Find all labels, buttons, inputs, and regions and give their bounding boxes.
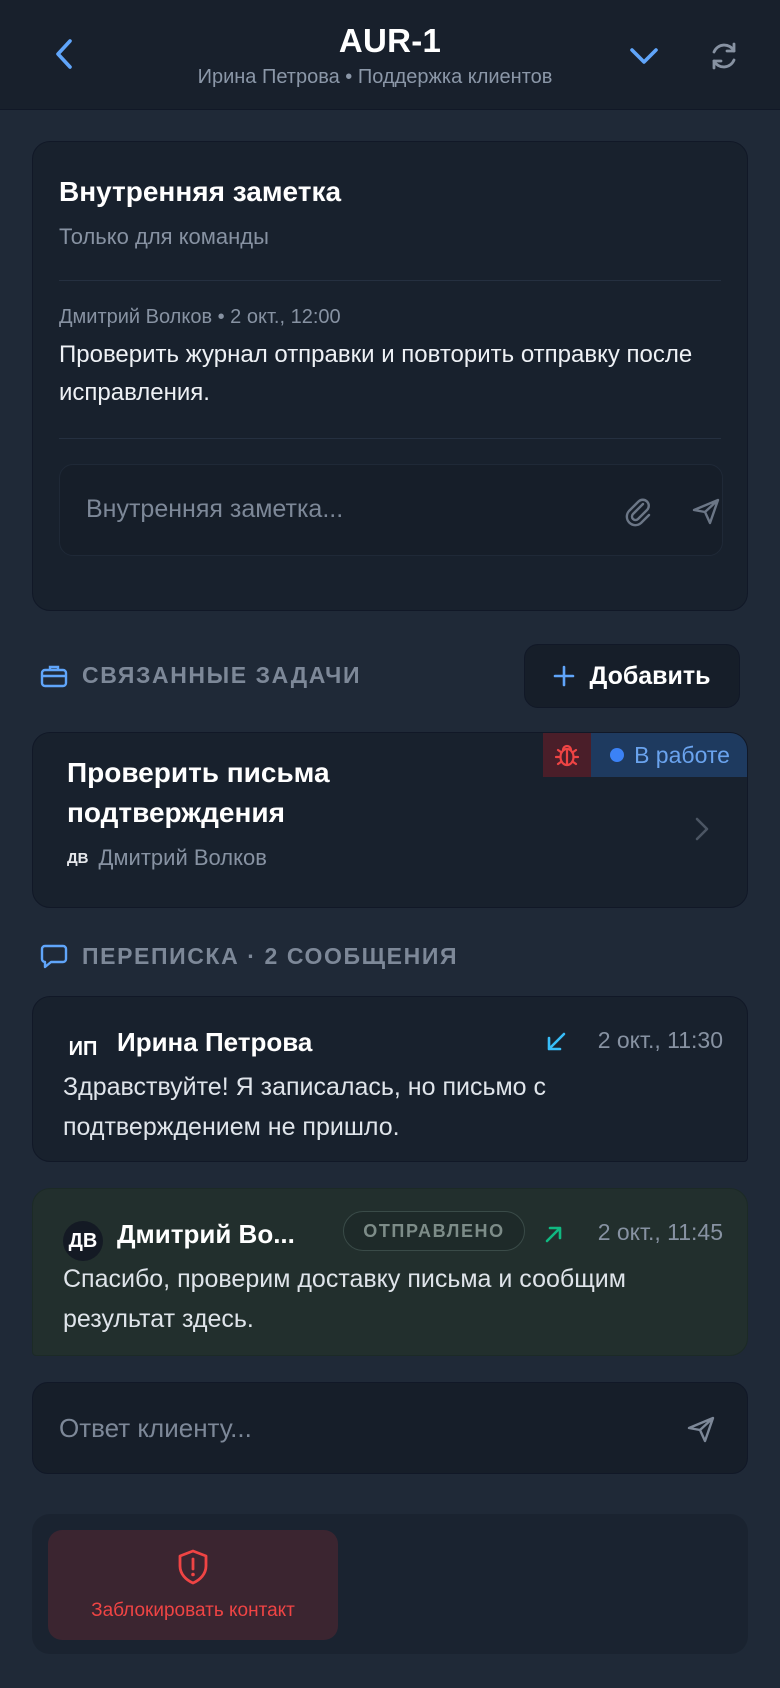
message-body: Спасибо, проверим доставку письма и сооб… — [63, 1265, 626, 1333]
incoming-arrow-icon — [547, 1032, 566, 1051]
status-badge: ОТПРАВЛЕНО — [343, 1211, 525, 1251]
reply-input[interactable]: Ответ клиенту... — [32, 1382, 748, 1474]
expand-button[interactable] — [624, 36, 664, 76]
chevron-right-icon — [695, 817, 709, 841]
note-input[interactable]: Внутренняя заметка... — [59, 464, 723, 556]
tasks-section-header: СВЯЗАННЫЕ ЗАДАЧИ — [40, 662, 361, 689]
page-subtitle: Ирина Петрова • Поддержка клиентов — [197, 66, 553, 88]
tasks-section-label: СВЯЗАННЫЕ ЗАДАЧИ — [82, 662, 362, 688]
top-bar: AUR-1 Ирина Петрова • Поддержка клиентов — [0, 0, 780, 110]
message-body: Здравствуйте! Я записалась, но письмо с … — [63, 1073, 547, 1141]
add-task-label: Добавить — [589, 661, 711, 690]
note-divider — [59, 280, 721, 281]
status-badge: В работе — [591, 733, 747, 777]
bug-icon — [554, 744, 580, 767]
avatar: ДВ — [63, 1221, 103, 1261]
task-type-badge — [543, 733, 591, 777]
correspondence-section-label: ПЕРЕПИСКА · 2 СООБЩЕНИЯ — [82, 942, 459, 969]
internal-note-card: Внутренняя заметка Только для команды Дм… — [32, 141, 748, 611]
avatar: ДВ — [67, 849, 89, 867]
message-outgoing: ДВ Дмитрий Во... ОТПРАВЛЕНО 2 окт., 11:4… — [32, 1188, 748, 1356]
chat-bubble-icon — [40, 944, 68, 969]
task-assignee-name: Дмитрий Волков — [98, 845, 267, 870]
refresh-icon — [712, 42, 736, 70]
task-title: Проверить письма подтверждения — [67, 757, 330, 828]
note-subtitle: Только для команды — [59, 224, 269, 249]
message-time: 2 окт., 11:30 — [597, 1027, 723, 1053]
add-task-button[interactable]: Добавить — [524, 644, 740, 708]
paperclip-icon[interactable] — [622, 495, 654, 527]
note-author-meta: Дмитрий Волков • 2 окт., 12:00 — [59, 306, 341, 328]
correspondence-section-header: ПЕРЕПИСКА · 2 СООБЩЕНИЯ — [40, 942, 458, 970]
avatar: ИП — [68, 1037, 98, 1060]
message-author: Ирина Петрова — [117, 1027, 313, 1057]
note-input-placeholder: Внутренняя заметка... — [86, 495, 344, 523]
plus-icon — [554, 665, 575, 687]
shield-alert-icon — [178, 1549, 208, 1585]
status-label: В работе — [634, 741, 730, 768]
note-body: Проверить журнал отправки и повторить от… — [59, 341, 693, 406]
note-title: Внутренняя заметка — [59, 176, 342, 207]
reply-input-placeholder: Ответ клиенту... — [59, 1413, 252, 1443]
note-divider — [59, 438, 721, 439]
send-icon[interactable] — [690, 495, 722, 527]
message-incoming: ИП Ирина Петрова 2 окт., 11:30 Здравству… — [32, 996, 748, 1162]
actions-panel: Заблокировать контакт — [32, 1514, 748, 1654]
message-time: 2 окт., 11:45 — [597, 1219, 723, 1245]
status-dot — [610, 748, 625, 762]
block-contact-button[interactable]: Заблокировать контакт — [48, 1530, 338, 1640]
task-assignee: ДВ Дмитрий Волков — [67, 845, 267, 871]
outgoing-arrow-icon — [545, 1226, 562, 1243]
refresh-button[interactable] — [704, 36, 744, 76]
message-author: Дмитрий Во... — [117, 1219, 295, 1249]
send-icon[interactable] — [685, 1413, 717, 1445]
block-contact-label: Заблокировать контакт — [91, 1600, 295, 1621]
task-card[interactable]: Проверить письма подтверждения ДВ Дмитри… — [32, 732, 748, 908]
briefcase-icon — [40, 665, 68, 687]
chevron-down-icon — [630, 48, 658, 64]
